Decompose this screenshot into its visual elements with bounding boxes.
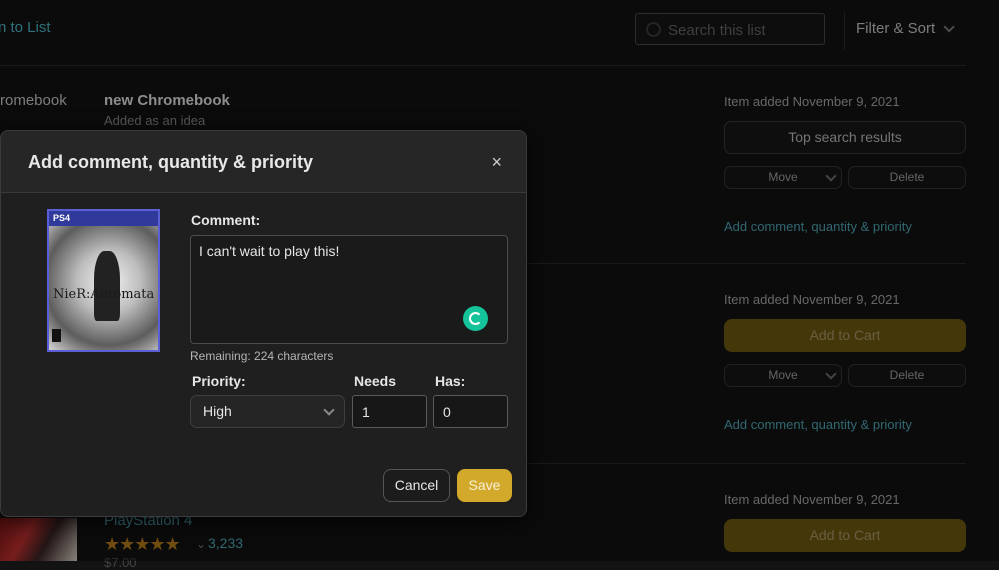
add-comment-dialog: Add comment, quantity & priority × PS4 N… bbox=[0, 130, 527, 517]
needs-input[interactable]: 1 bbox=[352, 395, 427, 428]
has-input[interactable]: 0 bbox=[433, 395, 508, 428]
close-icon[interactable]: × bbox=[491, 153, 502, 171]
comment-label: Comment: bbox=[191, 212, 261, 228]
dialog-title: Add comment, quantity & priority bbox=[28, 152, 314, 172]
priority-value: High bbox=[203, 403, 232, 419]
comment-textarea[interactable]: I can't wait to play this! bbox=[190, 235, 508, 344]
product-cover-image: PS4 NieR:Automata bbox=[47, 209, 160, 352]
platform-logo: PS4 bbox=[53, 213, 71, 223]
dialog-header: Add comment, quantity & priority × bbox=[1, 131, 526, 193]
save-button[interactable]: Save bbox=[457, 469, 512, 502]
cancel-button[interactable]: Cancel bbox=[383, 469, 450, 502]
priority-label: Priority: bbox=[192, 373, 246, 389]
needs-label: Needs bbox=[354, 373, 397, 389]
character-figure bbox=[94, 251, 120, 321]
chevron-down-icon bbox=[323, 404, 335, 416]
grammarly-icon[interactable] bbox=[463, 306, 488, 331]
priority-select[interactable]: High bbox=[190, 395, 345, 428]
has-label: Has: bbox=[435, 373, 466, 389]
game-logo: NieR:Automata bbox=[53, 287, 155, 302]
remaining-characters: Remaining: 224 characters bbox=[190, 349, 334, 363]
esrb-rating-icon bbox=[52, 329, 61, 342]
